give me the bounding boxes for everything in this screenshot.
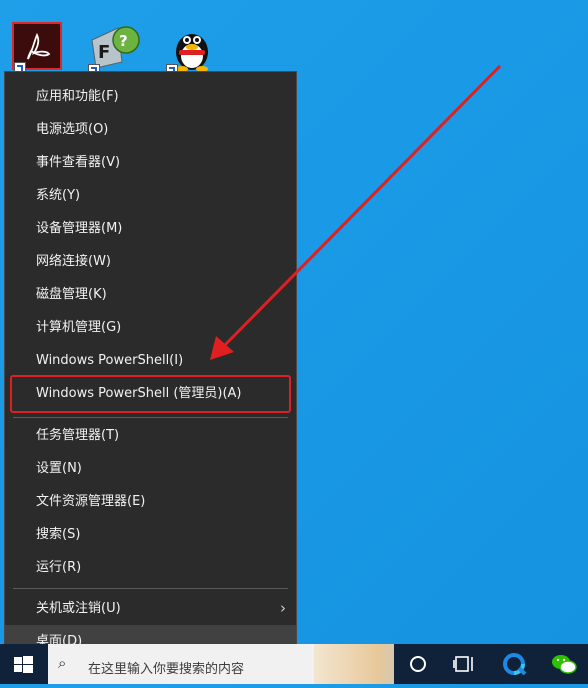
wechat-taskbar-button[interactable] <box>542 644 586 684</box>
annotation-arrow <box>210 64 502 360</box>
taskbar-search-box[interactable]: ⌕ 在这里输入你要搜索的内容 <box>48 644 394 684</box>
search-icon: ⌕ <box>58 654 67 672</box>
cortana-button[interactable] <box>396 644 440 684</box>
task-view-icon <box>453 656 473 672</box>
windows-logo-icon <box>14 656 33 673</box>
search-placeholder: 在这里输入你要搜索的内容 <box>88 662 245 677</box>
task-view-button[interactable] <box>442 644 486 684</box>
taskbar: ⌕ 在这里输入你要搜索的内容 <box>0 644 588 684</box>
wechat-icon <box>552 655 577 674</box>
search-highlight-image <box>314 644 394 684</box>
browser-taskbar-button[interactable] <box>492 644 536 684</box>
browser-icon <box>503 653 527 676</box>
start-button[interactable] <box>0 644 48 684</box>
cortana-icon <box>410 656 426 672</box>
